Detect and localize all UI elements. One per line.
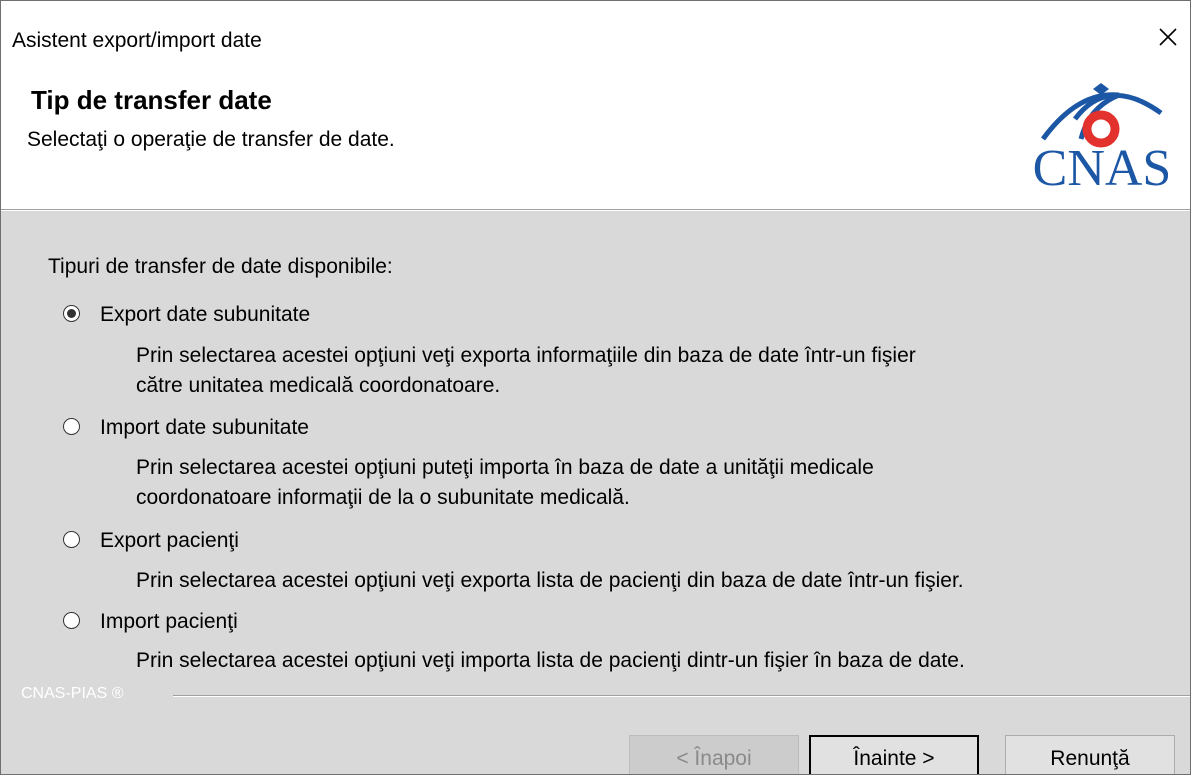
footer-brand: CNAS-PIAS ® (21, 685, 124, 702)
option-description: Prin selectarea acestei opţiuni veţi exp… (136, 344, 916, 397)
close-button[interactable] (1146, 15, 1190, 59)
next-button[interactable]: Înainte > (809, 735, 979, 774)
radio-export-pacienti[interactable] (63, 531, 80, 548)
wizard-body: Tipuri de transfer de date disponibile: … (1, 211, 1190, 774)
back-button[interactable]: < Înapoi (629, 735, 799, 774)
radio-import-date-subunitate[interactable] (63, 418, 80, 435)
option-label[interactable]: Export pacienţi (100, 529, 239, 553)
cnas-logo: CNAS (1033, 83, 1172, 191)
radio-export-date-subunitate[interactable] (63, 305, 80, 322)
wizard-window: Asistent export/import date Tip de trans… (0, 0, 1191, 775)
option-label[interactable]: Import date subunitate (100, 416, 309, 440)
title-bar: Asistent export/import date (1, 1, 1190, 73)
close-icon (1159, 28, 1177, 46)
option-label[interactable]: Import pacienţi (100, 610, 238, 634)
page-subtitle: Selectaţi o operaţie de transfer de date… (27, 128, 395, 151)
page-title: Tip de transfer date (31, 85, 272, 115)
option-description: Prin selectarea acestei opţiuni veţi exp… (136, 569, 964, 592)
option-description: Prin selectarea acestei opţiuni puteţi i… (136, 456, 874, 509)
transfer-types-label: Tipuri de transfer de date disponibile: (48, 255, 393, 278)
option-label[interactable]: Export date subunitate (100, 303, 310, 327)
logo-text: CNAS (1033, 140, 1172, 191)
window-title: Asistent export/import date (12, 29, 262, 52)
cancel-button[interactable]: Renunţă (1005, 735, 1175, 774)
option-description: Prin selectarea acestei opţiuni veţi imp… (136, 649, 965, 672)
wizard-header: Tip de transfer date Selectaţi o operaţi… (1, 73, 1190, 209)
radio-import-pacienti[interactable] (63, 612, 80, 629)
